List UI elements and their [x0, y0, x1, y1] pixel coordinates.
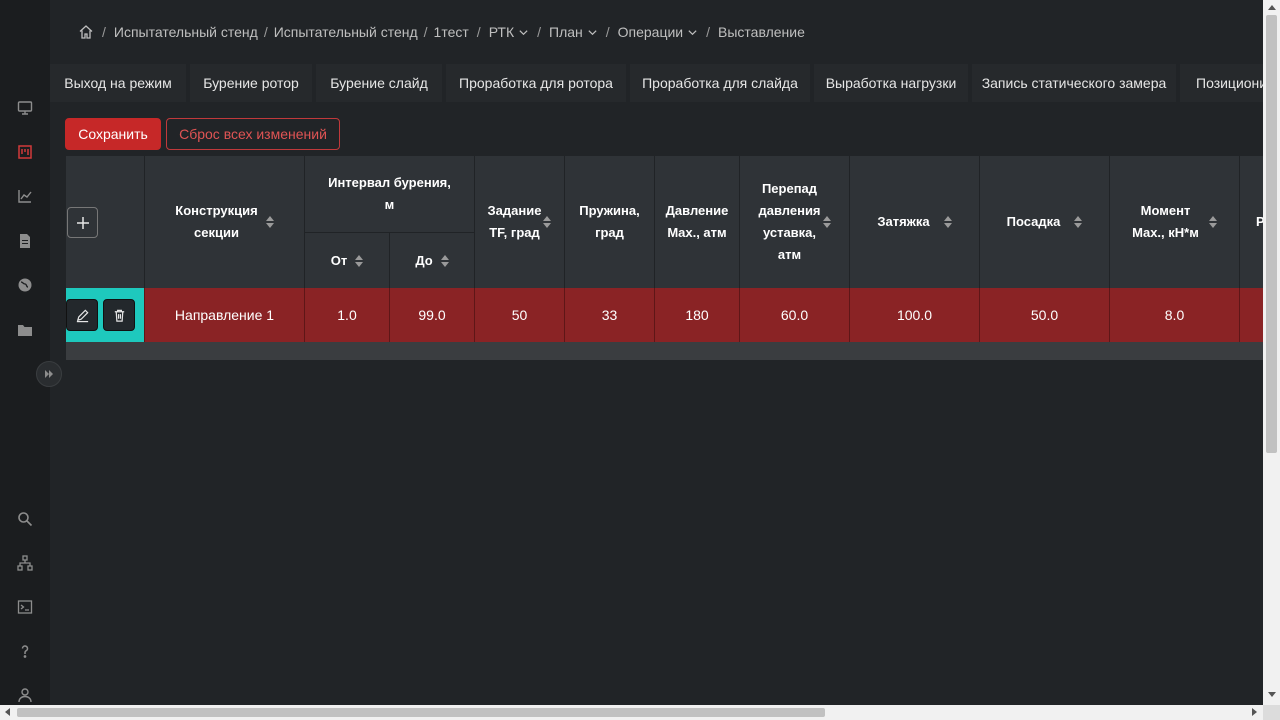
delete-row-button[interactable]: [103, 299, 135, 331]
tab-static-measurement[interactable]: Запись статического замера: [972, 64, 1176, 102]
save-button[interactable]: Сохранить: [65, 118, 161, 150]
breadcrumb-item[interactable]: 1тест: [434, 24, 469, 40]
sort-icon[interactable]: [440, 254, 449, 267]
tab-reaming-rotor[interactable]: Проработка для ротора: [446, 64, 626, 102]
breadcrumb: / Испытательный стенд / Испытательный ст…: [78, 22, 805, 42]
breadcrumb-separator: /: [537, 24, 541, 40]
cell-torque: 8.0: [1110, 288, 1240, 342]
chevron-down-icon: [519, 29, 528, 35]
tab-positioning[interactable]: Позиционирование: [1180, 64, 1263, 102]
cell-pressure-diff: 60.0: [740, 288, 850, 342]
header-from[interactable]: От: [305, 233, 390, 288]
monitor-icon[interactable]: [14, 97, 36, 119]
header-pressure-diff[interactable]: Перепад давления уставка, атм: [740, 156, 850, 288]
breadcrumb-item-plan[interactable]: План: [549, 24, 598, 40]
scroll-up-arrow-icon[interactable]: [1268, 5, 1276, 10]
cell-set: 50.0: [980, 288, 1110, 342]
header-spring[interactable]: Пружина, град: [565, 156, 655, 288]
header-pressure[interactable]: Давление Max., атм: [655, 156, 740, 288]
row-actions: [66, 288, 144, 342]
breadcrumb-separator: /: [102, 24, 106, 40]
cell-pressure: 180: [655, 288, 740, 342]
sort-icon[interactable]: [943, 216, 952, 228]
user-icon[interactable]: [14, 684, 36, 706]
header-to[interactable]: До: [390, 233, 475, 288]
home-icon[interactable]: [78, 24, 94, 40]
header-interval: Интервал бурения, м: [305, 156, 475, 232]
sort-icon[interactable]: [355, 254, 364, 267]
sort-icon[interactable]: [1208, 216, 1217, 228]
table-header: Конструкция секции Интервал бурения, м От …: [66, 156, 1263, 288]
terminal-icon[interactable]: [14, 596, 36, 618]
breadcrumb-item-operations[interactable]: Операции: [618, 24, 699, 40]
cell-tf: 50: [475, 288, 565, 342]
scroll-right-arrow-icon[interactable]: [1252, 708, 1257, 716]
vertical-scrollbar[interactable]: [1263, 0, 1280, 705]
sort-icon[interactable]: [1074, 216, 1083, 228]
operation-tabs: Выход на режим Бурение ротор Бурение сла…: [50, 64, 1263, 102]
pencil-icon: [76, 308, 89, 322]
breadcrumb-separator: /: [263, 24, 268, 40]
breadcrumb-separator: /: [605, 24, 610, 40]
scroll-down-arrow-icon[interactable]: [1268, 692, 1276, 697]
header-set[interactable]: Посадка: [980, 156, 1110, 288]
cell-to: 99.0: [390, 288, 475, 342]
plan-board-icon[interactable]: [14, 141, 36, 163]
cell-section: Направление 1: [144, 288, 305, 342]
scrollbar-corner: [1263, 705, 1280, 720]
table-row[interactable]: Направление 1 1.0 99.0 50 33 180 60.0 10…: [66, 288, 1263, 342]
breadcrumb-item-rtk[interactable]: РТК: [489, 24, 529, 40]
header-pull[interactable]: Затяжка: [850, 156, 980, 288]
tab-load-workout[interactable]: Выработка нагрузки: [814, 64, 968, 102]
double-chevron-right-icon: [45, 370, 53, 378]
tab-mode-entry[interactable]: Выход на режим: [50, 64, 186, 102]
reset-changes-button[interactable]: Сброс всех изменений: [166, 118, 340, 150]
folder-icon[interactable]: [14, 319, 36, 341]
sort-icon[interactable]: [822, 216, 831, 228]
scroll-left-arrow-icon[interactable]: [5, 708, 10, 716]
cell-next: [1240, 288, 1263, 342]
header-actions: [66, 156, 145, 288]
help-icon[interactable]: [14, 640, 36, 662]
horizontal-scrollbar[interactable]: [0, 705, 1263, 720]
chart-line-icon[interactable]: [14, 185, 36, 207]
breadcrumb-item[interactable]: Испытательный стенд: [114, 24, 258, 40]
document-icon[interactable]: [14, 230, 36, 252]
cell-pull: 100.0: [850, 288, 980, 342]
cell-from: 1.0: [305, 288, 390, 342]
breadcrumb-separator: /: [706, 24, 711, 40]
header-tf[interactable]: Задание TF, град: [475, 156, 565, 288]
table-horizontal-scrollbar[interactable]: [66, 342, 1263, 360]
parameters-table: Конструкция секции Интервал бурения, м От …: [66, 156, 1263, 360]
chevron-down-icon: [688, 29, 697, 35]
breadcrumb-separator: /: [476, 24, 481, 40]
header-torque[interactable]: Момент Max., кН*м: [1110, 156, 1240, 288]
tab-reaming-slide[interactable]: Проработка для слайда: [630, 64, 810, 102]
breadcrumb-separator: /: [423, 24, 428, 40]
trash-icon: [114, 309, 124, 322]
edit-row-button[interactable]: [66, 299, 98, 331]
breadcrumb-item-current: Выставление: [718, 24, 805, 40]
tab-drilling-rotor[interactable]: Бурение ротор: [190, 64, 312, 102]
sidebar-expand-button[interactable]: [36, 361, 62, 387]
sort-icon[interactable]: [543, 216, 552, 228]
vertical-scroll-thumb[interactable]: [1266, 15, 1277, 453]
tab-drilling-slide[interactable]: Бурение слайд: [316, 64, 442, 102]
search-icon[interactable]: [14, 508, 36, 530]
header-next[interactable]: Р: [1240, 156, 1263, 288]
header-section[interactable]: Конструкция секции: [145, 156, 305, 288]
horizontal-scroll-thumb[interactable]: [17, 708, 825, 717]
cell-spring: 33: [565, 288, 655, 342]
hierarchy-icon[interactable]: [14, 552, 36, 574]
chevron-down-icon: [588, 29, 597, 35]
breadcrumb-item[interactable]: Испытательный стенд: [274, 24, 418, 40]
globe-icon[interactable]: [14, 274, 36, 296]
sidebar: [0, 0, 50, 720]
sort-icon[interactable]: [265, 216, 274, 228]
